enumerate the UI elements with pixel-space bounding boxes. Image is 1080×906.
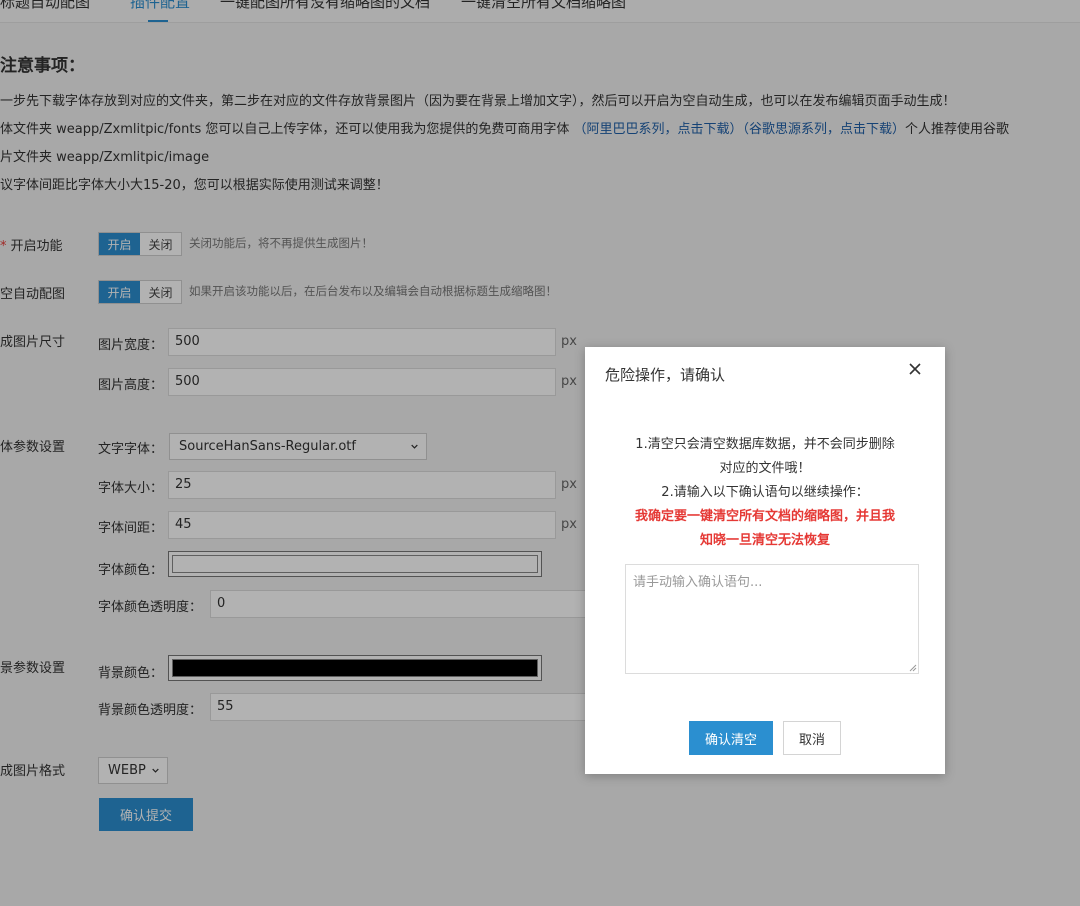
dialog-line-3: 2.请输入以下确认语句以继续操作： xyxy=(661,485,869,500)
textarea-placeholder: 请手动输入确认语句... xyxy=(633,575,763,590)
confirm-phrase-line-2: 知晓一旦清空无法恢复 xyxy=(699,533,830,548)
confirm-clear-button[interactable]: 确认清空 xyxy=(689,721,773,755)
dialog-line-2: 对应的文件哦！ xyxy=(719,461,811,476)
confirm-phrase-line-1: 我确定要一键清空所有文档的缩略图，并且我 xyxy=(634,509,895,524)
dialog-message: 1.清空只会清空数据库数据，并不会同步删除 对应的文件哦！ 2.请输入以下确认语… xyxy=(605,433,925,553)
resize-grip-icon[interactable] xyxy=(909,664,917,672)
cancel-button[interactable]: 取消 xyxy=(783,721,841,755)
confirm-phrase-textarea[interactable]: 请手动输入确认语句... xyxy=(625,564,919,674)
dialog-line-1: 1.清空只会清空数据库数据，并不会同步删除 xyxy=(635,437,895,452)
close-icon[interactable] xyxy=(907,361,923,377)
dialog-title: 危险操作，请确认 xyxy=(605,366,726,384)
confirm-dialog: 危险操作，请确认 1.清空只会清空数据库数据，并不会同步删除 对应的文件哦！ 2… xyxy=(585,347,945,774)
